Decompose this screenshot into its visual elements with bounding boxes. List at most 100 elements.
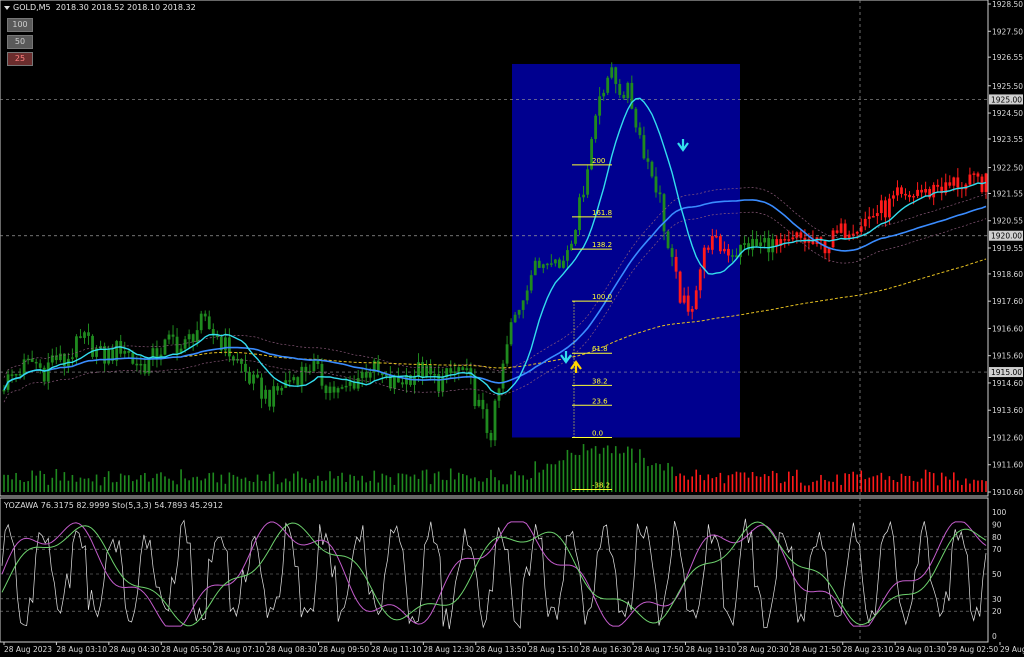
candle-body [521,300,525,310]
candle-body [348,381,352,386]
price-label: 1919.55 [992,244,1023,253]
candle-body [775,239,779,246]
candle-body [525,290,529,301]
candle-body [46,362,50,382]
oscillator-window[interactable]: 100 90 80 70 50 30 20 0 [0,497,1007,643]
candle-body [598,96,602,116]
candle-body [457,367,461,372]
time-label: 28 Aug 2023 [4,645,52,654]
candle-body [328,386,332,393]
candle-body [485,409,489,433]
candle-body [123,351,127,354]
candle-body [791,237,795,240]
candle-body [843,223,847,239]
button-25[interactable]: 25 [7,52,33,66]
candle-body [634,108,638,128]
candle-body [449,368,453,373]
candle-body [276,386,280,391]
candle-body [710,235,714,250]
candle-body [312,360,316,371]
time-label: 28 Aug 19:10 [685,645,736,654]
candle-body [336,388,340,393]
price-box-label: 1920.00 [991,232,1022,241]
time-axis: 28 Aug 2023 28 Aug 03:10 28 Aug 04:30 28 Au… [3,642,1024,654]
price-label: 1921.55 [992,189,1023,198]
candle-body [606,77,610,93]
candle-body [107,349,111,364]
candle-body [755,238,758,247]
candle-body [892,195,895,199]
candle-body [545,263,549,266]
candle-body [280,387,284,391]
candle-body [509,322,513,345]
candle-body [614,67,618,84]
candle-body [658,192,662,195]
price-label: 1920.55 [992,217,1023,226]
candle-body [731,255,734,257]
fibonacci-box [512,63,740,438]
candle-body [723,248,726,252]
time-label: 28 Aug 17:50 [633,645,684,654]
candle-body [461,367,465,371]
dropdown-triangle-icon[interactable] [4,5,10,10]
fib-level-label: 100.0 [592,293,612,301]
candle-body [743,243,746,245]
button-50[interactable]: 50 [7,35,33,49]
candle-body [646,158,650,162]
candle-body [574,230,577,244]
fib-level-label: 0.0 [592,429,603,437]
button-100[interactable]: 100 [7,18,33,32]
sub-axis-label: 90 [992,520,1002,529]
candle-body [256,374,259,378]
candle-body [976,173,980,177]
candle-body [932,184,936,198]
price-label: 1912.60 [992,433,1023,442]
candle-body [167,334,171,340]
candle-body [207,316,211,330]
price-label: 1924.50 [992,109,1023,118]
candle-body [678,271,682,303]
candle-body [79,336,82,338]
candle-body [75,336,78,358]
candle-body [537,260,541,268]
candle-body [296,377,300,385]
candle-body [662,194,666,232]
candle-body [650,161,654,177]
candle-body [58,353,62,361]
price-label: 1916.60 [992,324,1023,333]
fib-level-label: 200 [592,157,605,165]
price-label: 1927.50 [992,27,1023,36]
candle-body [71,357,74,359]
trading-chart[interactable]: 0.023.638.261.8100.0138.2161.8200-38.2 1… [0,0,1024,657]
candle-body [920,189,924,193]
price-window[interactable]: 0.0 23.6 38.2 61.8 100.0 138.2 161.8 200 -38.2 [0,0,989,497]
candle-body [562,260,565,268]
candle-body [316,360,320,364]
candle-body [618,83,622,95]
candle-body [473,375,477,407]
time-label: 28 Aug 11:10 [371,645,422,654]
candle-body [602,92,606,97]
candle-body [272,386,276,407]
candle-body [718,236,722,252]
candle-body [340,387,344,389]
sub-axis-label: 30 [992,595,1002,604]
time-label: 28 Aug 20:30 [738,645,789,654]
sub-axis-label: 100 [992,508,1007,517]
candle-body [851,233,855,236]
candle-body [706,247,710,250]
candle-body [191,334,195,343]
time-label: 29 Aug 01:30 [895,645,946,654]
candle-body [787,239,791,241]
candle-body [795,232,799,238]
time-label: 29 Aug 02:50 [948,645,999,654]
time-label: 28 Aug 04:30 [109,645,160,654]
candle-body [10,374,14,376]
candle-body [855,231,859,234]
candle-body [127,351,131,353]
candle-body [638,127,642,136]
candle-body [364,372,368,378]
time-label: 28 Aug 03:10 [56,645,107,654]
candle-body [163,339,167,355]
candle-body [30,358,34,362]
